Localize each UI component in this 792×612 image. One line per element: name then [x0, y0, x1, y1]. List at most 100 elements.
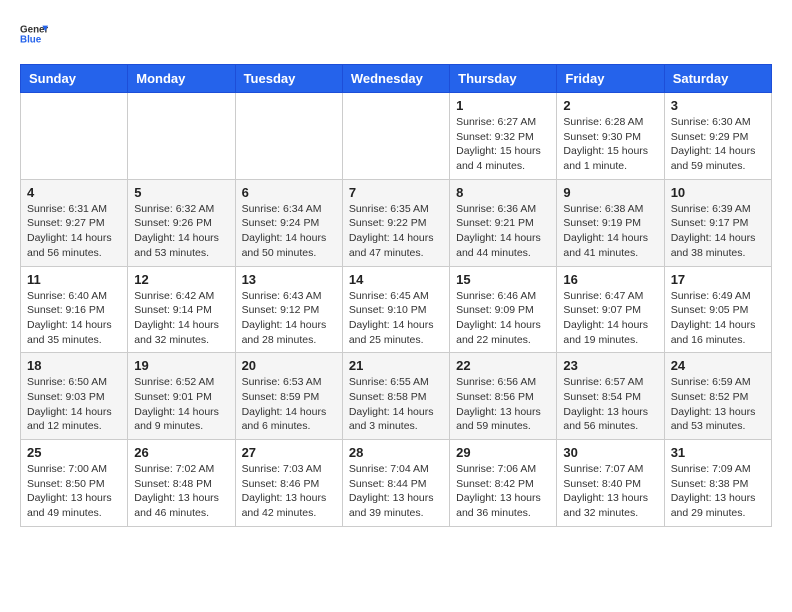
day-number: 25 [27, 445, 121, 460]
week-row-2: 4Sunrise: 6:31 AM Sunset: 9:27 PM Daylig… [21, 179, 772, 266]
calendar-cell: 18 Sunrise: 6:50 AM Sunset: 9:03 PM Dayli… [21, 353, 128, 440]
calendar-cell: 28 Sunrise: 7:04 AM Sunset: 8:44 PM Dayli… [342, 440, 449, 527]
calendar-cell: 17Sunrise: 6:49 AM Sunset: 9:05 PM Dayli… [664, 266, 771, 353]
day-info: Sunrise: 6:56 AM Sunset: 8:56 PM Dayligh… [456, 375, 550, 434]
header-day-tuesday: Tuesday [235, 65, 342, 93]
day-info: Sunrise: 6:47 AM Sunset: 9:07 PM Dayligh… [563, 289, 657, 348]
calendar-cell: 25 Sunrise: 7:00 AM Sunset: 8:50 PM Dayli… [21, 440, 128, 527]
day-info: Sunrise: 6:42 AM Sunset: 9:14 PM Dayligh… [134, 289, 228, 348]
header-day-saturday: Saturday [664, 65, 771, 93]
day-info: Sunrise: 6:45 AM Sunset: 9:10 PM Dayligh… [349, 289, 443, 348]
calendar-cell: 30 Sunrise: 7:07 AM Sunset: 8:40 PM Dayli… [557, 440, 664, 527]
calendar-cell: 29 Sunrise: 7:06 AM Sunset: 8:42 PM Dayli… [450, 440, 557, 527]
day-number: 16 [563, 272, 657, 287]
day-info: Sunrise: 6:39 AM Sunset: 9:17 PM Dayligh… [671, 202, 765, 261]
calendar-cell: 13 Sunrise: 6:43 AM Sunset: 9:12 PM Dayli… [235, 266, 342, 353]
calendar-cell: 4Sunrise: 6:31 AM Sunset: 9:27 PM Daylig… [21, 179, 128, 266]
calendar-cell [235, 93, 342, 180]
day-info: Sunrise: 6:46 AM Sunset: 9:09 PM Dayligh… [456, 289, 550, 348]
calendar-cell: 16 Sunrise: 6:47 AM Sunset: 9:07 PM Dayli… [557, 266, 664, 353]
day-number: 11 [27, 272, 121, 287]
day-number: 28 [349, 445, 443, 460]
day-number: 31 [671, 445, 765, 460]
calendar-cell: 2Sunrise: 6:28 AM Sunset: 9:30 PM Daylig… [557, 93, 664, 180]
day-number: 15 [456, 272, 550, 287]
day-info: Sunrise: 6:52 AM Sunset: 9:01 PM Dayligh… [134, 375, 228, 434]
day-number: 1 [456, 98, 550, 113]
logo: General Blue [20, 20, 52, 48]
calendar-cell [342, 93, 449, 180]
day-number: 6 [242, 185, 336, 200]
week-row-5: 25 Sunrise: 7:00 AM Sunset: 8:50 PM Dayli… [21, 440, 772, 527]
day-number: 19 [134, 358, 228, 373]
calendar-cell: 7Sunrise: 6:35 AM Sunset: 9:22 PM Daylig… [342, 179, 449, 266]
day-number: 29 [456, 445, 550, 460]
day-info: Sunrise: 6:36 AM Sunset: 9:21 PM Dayligh… [456, 202, 550, 261]
calendar-cell: 11 Sunrise: 6:40 AM Sunset: 9:16 PM Dayli… [21, 266, 128, 353]
day-info: Sunrise: 7:07 AM Sunset: 8:40 PM Dayligh… [563, 462, 657, 521]
week-row-3: 11 Sunrise: 6:40 AM Sunset: 9:16 PM Dayli… [21, 266, 772, 353]
day-info: Sunrise: 6:30 AM Sunset: 9:29 PM Dayligh… [671, 115, 765, 174]
calendar-cell: 22 Sunrise: 6:56 AM Sunset: 8:56 PM Dayli… [450, 353, 557, 440]
calendar-cell: 31Sunrise: 7:09 AM Sunset: 8:38 PM Dayli… [664, 440, 771, 527]
calendar-cell: 3 Sunrise: 6:30 AM Sunset: 9:29 PM Daylig… [664, 93, 771, 180]
calendar-cell: 1 Sunrise: 6:27 AM Sunset: 9:32 PM Daylig… [450, 93, 557, 180]
calendar-cell: 21 Sunrise: 6:55 AM Sunset: 8:58 PM Dayli… [342, 353, 449, 440]
week-row-1: 1 Sunrise: 6:27 AM Sunset: 9:32 PM Daylig… [21, 93, 772, 180]
calendar-cell: 24Sunrise: 6:59 AM Sunset: 8:52 PM Dayli… [664, 353, 771, 440]
day-number: 22 [456, 358, 550, 373]
day-info: Sunrise: 6:50 AM Sunset: 9:03 PM Dayligh… [27, 375, 121, 434]
calendar-table: SundayMondayTuesdayWednesdayThursdayFrid… [20, 64, 772, 527]
calendar-cell: 10 Sunrise: 6:39 AM Sunset: 9:17 PM Dayli… [664, 179, 771, 266]
calendar-cell: 23 Sunrise: 6:57 AM Sunset: 8:54 PM Dayli… [557, 353, 664, 440]
day-info: Sunrise: 6:27 AM Sunset: 9:32 PM Dayligh… [456, 115, 550, 174]
day-number: 24 [671, 358, 765, 373]
day-number: 10 [671, 185, 765, 200]
calendar-cell: 15 Sunrise: 6:46 AM Sunset: 9:09 PM Dayli… [450, 266, 557, 353]
svg-text:Blue: Blue [20, 34, 42, 45]
calendar-cell: 27Sunrise: 7:03 AM Sunset: 8:46 PM Dayli… [235, 440, 342, 527]
calendar-cell [128, 93, 235, 180]
header-day-wednesday: Wednesday [342, 65, 449, 93]
day-info: Sunrise: 6:55 AM Sunset: 8:58 PM Dayligh… [349, 375, 443, 434]
day-number: 23 [563, 358, 657, 373]
week-row-4: 18 Sunrise: 6:50 AM Sunset: 9:03 PM Dayli… [21, 353, 772, 440]
calendar-cell: 8Sunrise: 6:36 AM Sunset: 9:21 PM Daylig… [450, 179, 557, 266]
day-info: Sunrise: 6:40 AM Sunset: 9:16 PM Dayligh… [27, 289, 121, 348]
day-number: 12 [134, 272, 228, 287]
calendar-cell: 5 Sunrise: 6:32 AM Sunset: 9:26 PM Daylig… [128, 179, 235, 266]
calendar-cell [21, 93, 128, 180]
header-day-thursday: Thursday [450, 65, 557, 93]
day-number: 21 [349, 358, 443, 373]
calendar-cell: 20Sunrise: 6:53 AM Sunset: 8:59 PM Dayli… [235, 353, 342, 440]
day-number: 30 [563, 445, 657, 460]
day-info: Sunrise: 6:32 AM Sunset: 9:26 PM Dayligh… [134, 202, 228, 261]
calendar-cell: 19 Sunrise: 6:52 AM Sunset: 9:01 PM Dayli… [128, 353, 235, 440]
header-day-friday: Friday [557, 65, 664, 93]
day-info: Sunrise: 6:43 AM Sunset: 9:12 PM Dayligh… [242, 289, 336, 348]
day-info: Sunrise: 7:04 AM Sunset: 8:44 PM Dayligh… [349, 462, 443, 521]
header-row: SundayMondayTuesdayWednesdayThursdayFrid… [21, 65, 772, 93]
day-number: 2 [563, 98, 657, 113]
day-number: 7 [349, 185, 443, 200]
calendar-cell: 14Sunrise: 6:45 AM Sunset: 9:10 PM Dayli… [342, 266, 449, 353]
day-info: Sunrise: 6:38 AM Sunset: 9:19 PM Dayligh… [563, 202, 657, 261]
calendar-cell: 26 Sunrise: 7:02 AM Sunset: 8:48 PM Dayli… [128, 440, 235, 527]
day-info: Sunrise: 7:06 AM Sunset: 8:42 PM Dayligh… [456, 462, 550, 521]
day-info: Sunrise: 6:31 AM Sunset: 9:27 PM Dayligh… [27, 202, 121, 261]
calendar-cell: 6Sunrise: 6:34 AM Sunset: 9:24 PM Daylig… [235, 179, 342, 266]
day-number: 5 [134, 185, 228, 200]
day-info: Sunrise: 7:02 AM Sunset: 8:48 PM Dayligh… [134, 462, 228, 521]
day-info: Sunrise: 6:57 AM Sunset: 8:54 PM Dayligh… [563, 375, 657, 434]
day-number: 26 [134, 445, 228, 460]
day-number: 20 [242, 358, 336, 373]
header-day-monday: Monday [128, 65, 235, 93]
calendar-cell: 9Sunrise: 6:38 AM Sunset: 9:19 PM Daylig… [557, 179, 664, 266]
day-number: 18 [27, 358, 121, 373]
day-number: 13 [242, 272, 336, 287]
day-number: 3 [671, 98, 765, 113]
page-header: General Blue [20, 20, 772, 48]
header-day-sunday: Sunday [21, 65, 128, 93]
day-info: Sunrise: 7:03 AM Sunset: 8:46 PM Dayligh… [242, 462, 336, 521]
day-info: Sunrise: 7:00 AM Sunset: 8:50 PM Dayligh… [27, 462, 121, 521]
